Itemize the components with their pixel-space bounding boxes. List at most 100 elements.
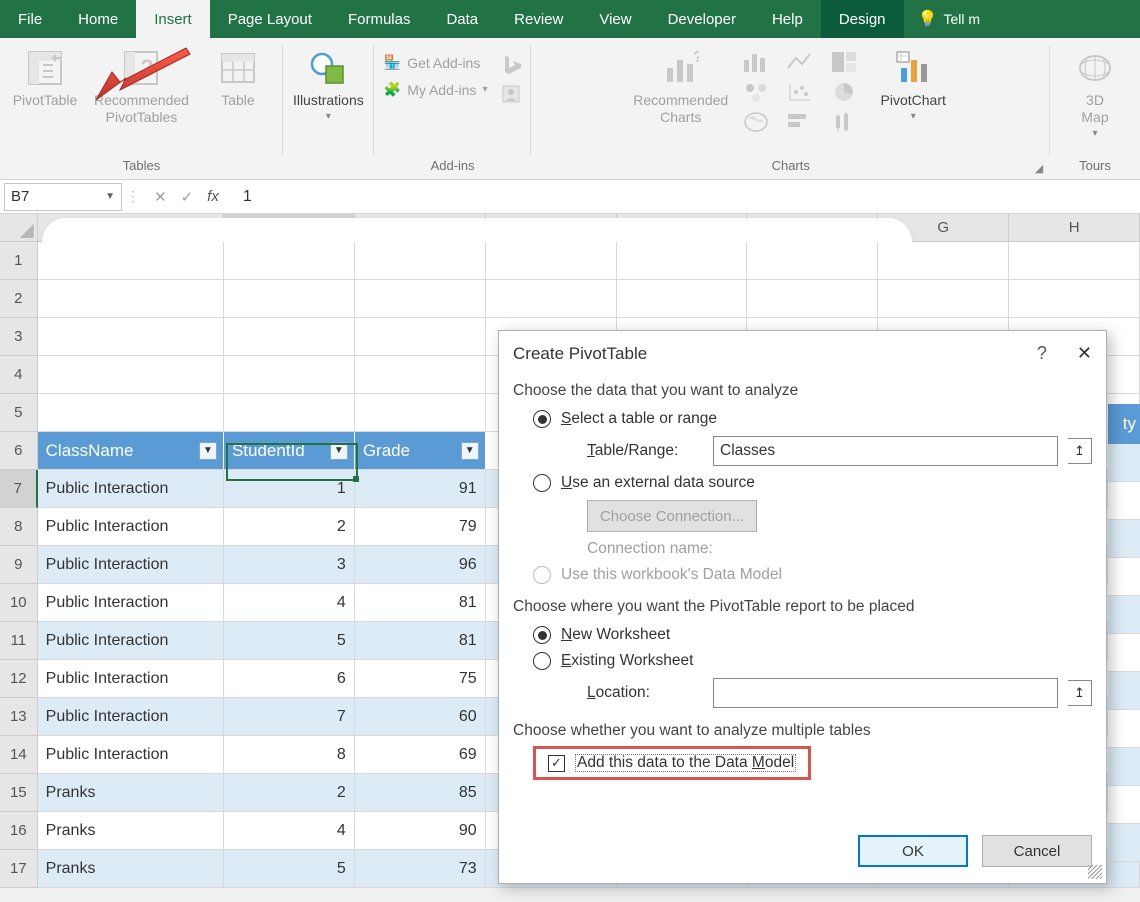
col-header-h[interactable]: H: [1009, 214, 1140, 242]
recommended-charts-button[interactable]: ? Recommended Charts: [633, 44, 728, 126]
cell[interactable]: [355, 280, 486, 318]
row-header[interactable]: 10: [0, 584, 38, 622]
cell[interactable]: [747, 242, 878, 280]
cell[interactable]: [224, 318, 355, 356]
cell[interactable]: 85: [355, 774, 486, 812]
cell[interactable]: 4: [224, 812, 355, 850]
cell[interactable]: 2: [224, 508, 355, 546]
cell[interactable]: Public Interaction: [38, 622, 224, 660]
cell[interactable]: 60: [355, 698, 486, 736]
cell[interactable]: [878, 242, 1009, 280]
row-header[interactable]: 6: [0, 432, 38, 470]
cell[interactable]: [617, 280, 748, 318]
split-handle[interactable]: ⋮: [126, 188, 140, 205]
cell[interactable]: [38, 242, 224, 280]
tab-review[interactable]: Review: [496, 0, 581, 38]
close-icon[interactable]: ✕: [1077, 343, 1092, 364]
row-header[interactable]: 9: [0, 546, 38, 584]
cell[interactable]: [747, 280, 878, 318]
cell[interactable]: [224, 242, 355, 280]
tab-home[interactable]: Home: [60, 0, 136, 38]
cell[interactable]: 73: [355, 850, 486, 888]
select-all-corner[interactable]: [0, 214, 38, 242]
get-addins-button[interactable]: 🏪 Get Add-ins: [384, 52, 488, 73]
cell[interactable]: [617, 242, 748, 280]
cell[interactable]: Pranks: [38, 774, 224, 812]
cell[interactable]: 5: [224, 850, 355, 888]
tab-page-layout[interactable]: Page Layout: [210, 0, 330, 38]
recommended-pivottables-button[interactable]: ? Recommended PivotTables: [94, 44, 189, 126]
row-header[interactable]: 13: [0, 698, 38, 736]
cancel-formula-icon[interactable]: ✕: [154, 188, 167, 206]
tab-formulas[interactable]: Formulas: [330, 0, 429, 38]
filter-button[interactable]: ▼: [330, 442, 348, 460]
fx-icon[interactable]: fx: [207, 188, 219, 206]
opt-existing-worksheet[interactable]: Existing Worksheet: [533, 648, 1092, 674]
cell[interactable]: [1009, 280, 1140, 318]
row-header[interactable]: 2: [0, 280, 38, 318]
tab-developer[interactable]: Developer: [650, 0, 754, 38]
cell[interactable]: [1009, 242, 1140, 280]
pie-chart-icon[interactable]: [830, 80, 864, 104]
collapse-dialog-icon[interactable]: ↥: [1068, 438, 1092, 464]
row-header[interactable]: 12: [0, 660, 38, 698]
row-header[interactable]: 1: [0, 242, 38, 280]
cell[interactable]: Public Interaction: [38, 660, 224, 698]
cell[interactable]: Public Interaction: [38, 736, 224, 774]
tab-help[interactable]: Help: [754, 0, 821, 38]
row-header[interactable]: 3: [0, 318, 38, 356]
tab-data[interactable]: Data: [428, 0, 496, 38]
filter-button[interactable]: ▼: [461, 442, 479, 460]
pivotchart-button[interactable]: PivotChart ▾: [878, 44, 948, 123]
cell[interactable]: 2: [224, 774, 355, 812]
accept-formula-icon[interactable]: ✓: [181, 188, 194, 206]
opt-new-worksheet[interactable]: New Worksheet: [533, 622, 1092, 648]
row-header[interactable]: 17: [0, 850, 38, 888]
cell[interactable]: 7: [224, 698, 355, 736]
formula-input[interactable]: 1: [233, 188, 1140, 206]
row-header[interactable]: 15: [0, 774, 38, 812]
cell[interactable]: Pranks: [38, 812, 224, 850]
tab-view[interactable]: View: [581, 0, 649, 38]
cell[interactable]: 69: [355, 736, 486, 774]
cell[interactable]: 4: [224, 584, 355, 622]
tab-insert[interactable]: Insert: [136, 0, 210, 38]
cell[interactable]: 75: [355, 660, 486, 698]
row-header[interactable]: 7: [0, 470, 38, 508]
cell[interactable]: [38, 280, 224, 318]
name-box[interactable]: B7 ▼: [4, 183, 122, 211]
line-chart-icon[interactable]: [786, 50, 820, 74]
filter-button[interactable]: ▼: [199, 442, 217, 460]
cell[interactable]: [486, 242, 617, 280]
cell[interactable]: [355, 356, 486, 394]
cell[interactable]: 1: [224, 470, 355, 508]
cell[interactable]: [224, 356, 355, 394]
cancel-button[interactable]: Cancel: [982, 835, 1092, 867]
my-addins-button[interactable]: 🧩 My Add-ins ▾: [384, 79, 488, 100]
row-header[interactable]: 11: [0, 622, 38, 660]
row-header[interactable]: 16: [0, 812, 38, 850]
cell[interactable]: [224, 280, 355, 318]
table-range-input[interactable]: Classes: [713, 436, 1058, 466]
cell[interactable]: [38, 394, 224, 432]
scatter-chart-icon[interactable]: [786, 80, 820, 104]
table-header-cell[interactable]: ClassName▼: [38, 432, 224, 470]
cell[interactable]: Public Interaction: [38, 698, 224, 736]
cell[interactable]: [38, 356, 224, 394]
table-button[interactable]: Table: [203, 44, 273, 109]
cell[interactable]: [355, 394, 486, 432]
cell[interactable]: Public Interaction: [38, 470, 224, 508]
cell[interactable]: [878, 280, 1009, 318]
cell[interactable]: [38, 318, 224, 356]
cell[interactable]: 8: [224, 736, 355, 774]
cell[interactable]: 96: [355, 546, 486, 584]
tab-file[interactable]: File: [0, 0, 60, 38]
chk-add-to-datamodel[interactable]: Add this data to the Data Model: [548, 752, 796, 774]
charts-dialog-launcher[interactable]: ◢: [1032, 161, 1046, 175]
location-input[interactable]: [713, 678, 1058, 708]
collapse-dialog-icon[interactable]: ↥: [1068, 680, 1092, 706]
cell[interactable]: [224, 394, 355, 432]
cell[interactable]: 81: [355, 622, 486, 660]
row-header[interactable]: 5: [0, 394, 38, 432]
tab-design[interactable]: Design: [821, 0, 904, 38]
